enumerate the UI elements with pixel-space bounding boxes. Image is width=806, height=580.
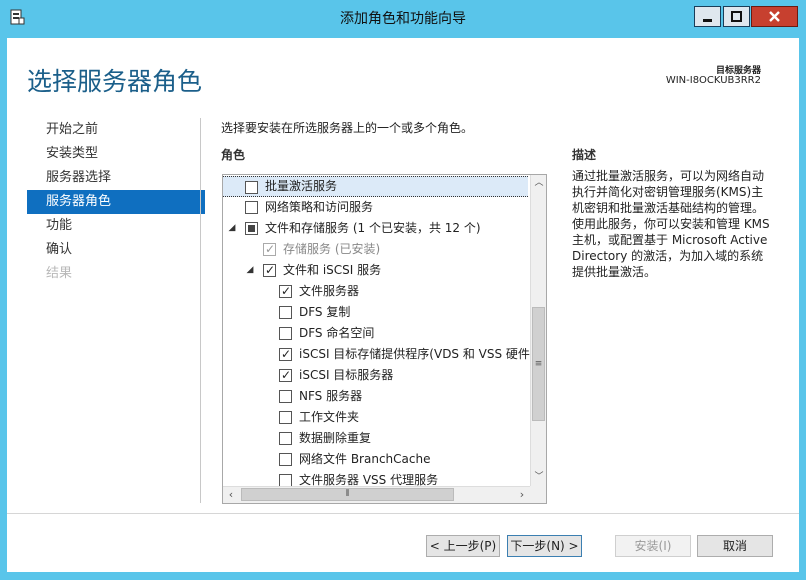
nav-divider	[200, 118, 201, 503]
role-label: iSCSI 目标存储提供程序(VDS 和 VSS 硬件提	[299, 347, 530, 361]
vertical-scroll-thumb[interactable]: ≡	[532, 307, 545, 421]
role-label: 数据删除重复	[299, 431, 372, 445]
roles-tree-rows: 批量激活服务网络策略和访问服务 ◢ 文件和存储服务 (1 个已安装，共 12 个) 存…	[223, 175, 530, 486]
previous-button[interactable]: < 上一步(P)	[426, 535, 500, 557]
role-label: 文件和存储服务 (1 个已安装，共 12 个)	[265, 221, 481, 235]
role-checkbox[interactable]	[263, 262, 276, 278]
install-button: 安装(I)	[615, 535, 691, 557]
minimize-icon	[703, 19, 712, 22]
close-button[interactable]	[751, 6, 798, 27]
wizard-body: 选择服务器角色 目标服务器 WIN-I8OCKUB3RR2 开始之前 安装类型 …	[7, 38, 799, 572]
role-checkbox[interactable]	[245, 181, 258, 194]
nav-item-confirmation[interactable]: 确认	[27, 238, 205, 262]
roles-heading: 角色	[221, 148, 246, 162]
window-title: 添加角色和功能向导	[340, 11, 466, 27]
scroll-down-icon[interactable]: ﹀	[531, 469, 546, 486]
role-label: 工作文件夹	[299, 410, 360, 424]
role-checkbox[interactable]	[279, 346, 292, 362]
scroll-right-icon[interactable]: ›	[514, 487, 530, 503]
close-icon	[769, 11, 780, 22]
role-checkbox[interactable]	[279, 283, 292, 299]
nav-item-server-selection[interactable]: 服务器选择	[27, 166, 205, 190]
title-bar[interactable]: 添加角色和功能向导	[0, 0, 806, 38]
role-label: 文件服务器	[299, 284, 360, 298]
nav-item-features[interactable]: 功能	[27, 214, 205, 238]
role-row[interactable]: DFS 命名空间	[223, 323, 530, 344]
page-title: 选择服务器角色	[27, 67, 203, 96]
instruction-text: 选择要安装在所选服务器上的一个或多个角色。	[221, 121, 474, 135]
role-row[interactable]: 存储服务 (已安装)	[223, 239, 530, 260]
expander-icon[interactable]: ◢	[227, 218, 237, 239]
wizard-window: 添加角色和功能向导 选择服务器角色 目标服务器 WIN-I8OCKUB3RR2 …	[0, 0, 806, 580]
footer-divider	[7, 513, 799, 514]
role-checkbox[interactable]	[279, 453, 292, 466]
target-server-value: WIN-I8OCKUB3RR2	[665, 75, 761, 86]
role-label: 网络文件 BranchCache	[299, 452, 431, 466]
role-checkbox[interactable]	[279, 306, 292, 319]
role-row[interactable]: ◢ 文件和存储服务 (1 个已安装，共 12 个)	[223, 218, 530, 239]
wizard-nav: 开始之前 安装类型 服务器选择 服务器角色 功能 确认 结果	[27, 118, 205, 286]
maximize-button[interactable]	[723, 6, 750, 27]
role-label: 文件和 iSCSI 服务	[283, 263, 382, 277]
role-row[interactable]: DFS 复制	[223, 302, 530, 323]
role-checkbox[interactable]	[245, 222, 258, 235]
role-label: DFS 命名空间	[299, 326, 375, 340]
role-row[interactable]: 网络策略和访问服务	[223, 197, 530, 218]
role-label: 批量激活服务	[265, 179, 338, 193]
nav-item-results: 结果	[46, 266, 73, 281]
cancel-button[interactable]: 取消	[697, 535, 773, 557]
scroll-left-icon[interactable]: ‹	[223, 487, 239, 503]
role-checkbox[interactable]	[279, 411, 292, 424]
description-text: 通过批量激活服务，可以为网络自动执行并简化对密钥管理服务(KMS)主机密钥和批量…	[572, 169, 770, 279]
role-row[interactable]: ◢ 文件和 iSCSI 服务	[223, 260, 530, 281]
expander-icon[interactable]: ◢	[245, 260, 255, 281]
scroll-up-icon[interactable]: ︿	[531, 175, 546, 192]
nav-item-before-you-begin[interactable]: 开始之前	[27, 118, 205, 142]
scrollbar-corner	[530, 486, 546, 503]
role-row[interactable]: 工作文件夹	[223, 407, 530, 428]
role-row[interactable]: iSCSI 目标存储提供程序(VDS 和 VSS 硬件提	[223, 344, 530, 365]
horizontal-scroll-thumb[interactable]: ⦀	[241, 488, 454, 501]
roles-tree[interactable]: 批量激活服务网络策略和访问服务 ◢ 文件和存储服务 (1 个已安装，共 12 个) 存…	[222, 174, 547, 504]
role-row[interactable]: 批量激活服务	[223, 176, 528, 197]
role-row[interactable]: NFS 服务器	[223, 386, 530, 407]
role-label: iSCSI 目标服务器	[299, 368, 394, 382]
role-label: 存储服务 (已安装)	[283, 242, 381, 256]
role-row[interactable]: 文件服务器	[223, 281, 530, 302]
role-row[interactable]: 网络文件 BranchCache	[223, 449, 530, 470]
role-checkbox[interactable]	[279, 367, 292, 383]
role-checkbox[interactable]	[279, 432, 292, 445]
role-row[interactable]: 数据删除重复	[223, 428, 530, 449]
next-button[interactable]: 下一步(N) >	[507, 535, 582, 557]
role-row[interactable]: 文件服务器 VSS 代理服务	[223, 470, 530, 486]
role-label: NFS 服务器	[299, 389, 363, 403]
vertical-scrollbar[interactable]: ︿ ≡ ﹀	[530, 175, 546, 486]
role-checkbox[interactable]	[279, 327, 292, 340]
role-label: DFS 复制	[299, 305, 351, 319]
nav-item-server-roles[interactable]: 服务器角色	[27, 190, 205, 214]
role-checkbox[interactable]	[279, 474, 292, 486]
role-label: 文件服务器 VSS 代理服务	[299, 473, 439, 486]
role-checkbox[interactable]	[245, 201, 258, 214]
role-row[interactable]: iSCSI 目标服务器	[223, 365, 530, 386]
horizontal-scrollbar[interactable]: ‹ ⦀ ›	[223, 486, 530, 503]
maximize-icon	[731, 11, 742, 22]
nav-item-installation-type[interactable]: 安装类型	[27, 142, 205, 166]
description-heading: 描述	[572, 148, 597, 162]
minimize-button[interactable]	[694, 6, 721, 27]
role-label: 网络策略和访问服务	[265, 200, 374, 214]
role-checkbox	[263, 241, 276, 257]
role-checkbox[interactable]	[279, 390, 292, 403]
